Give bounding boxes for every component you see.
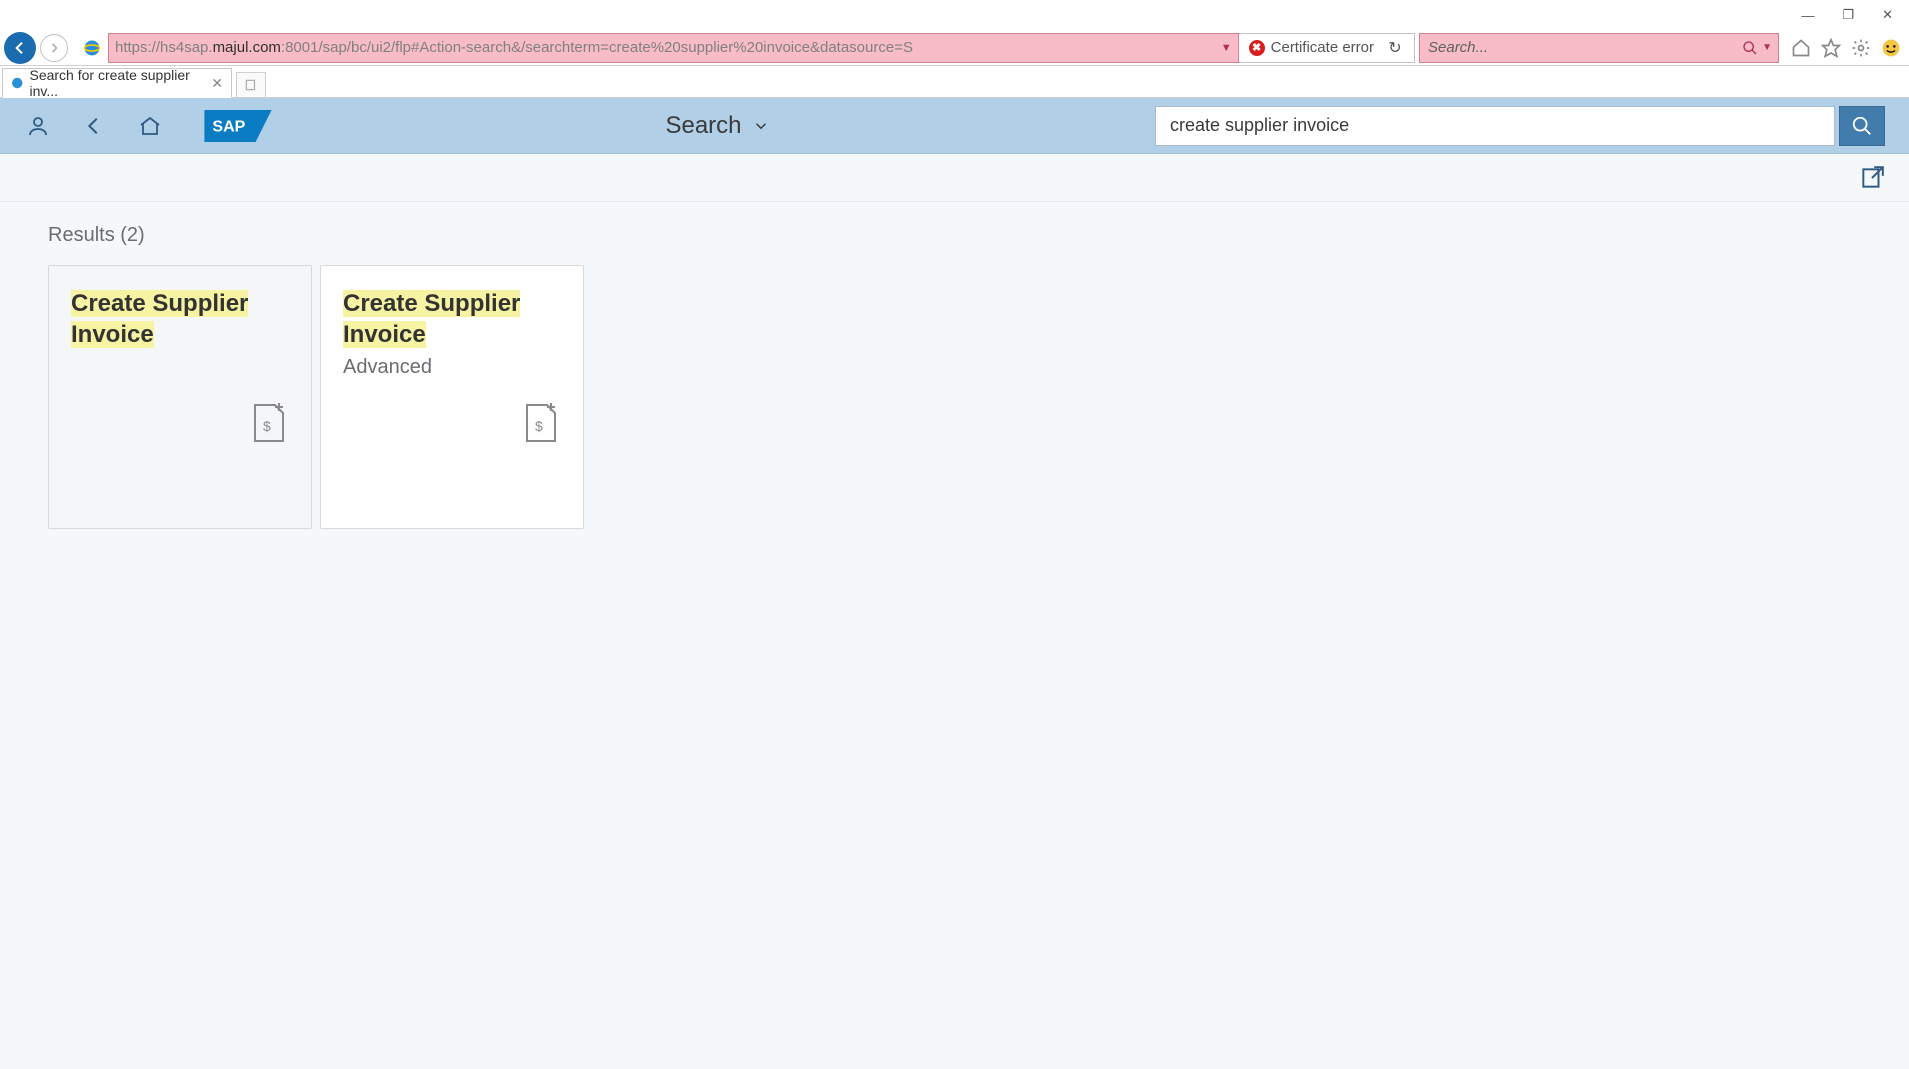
new-tab-button[interactable]: [236, 72, 266, 98]
browser-tab-active[interactable]: Search for create supplier inv... ✕: [2, 68, 232, 98]
tile-subtitle: Advanced: [343, 356, 561, 379]
tile-create-supplier-invoice[interactable]: Create Supplier Invoice $: [48, 265, 312, 529]
address-dropdown-icon[interactable]: ▼: [1221, 42, 1232, 54]
browser-tab-bar: Search for create supplier inv... ✕: [0, 66, 1909, 98]
close-window-button[interactable]: ✕: [1882, 7, 1893, 23]
certificate-error-indicator[interactable]: ✖ Certificate error ↻: [1239, 33, 1415, 63]
share-button[interactable]: [1859, 165, 1885, 191]
url-host: majul.com: [213, 39, 281, 56]
browser-nav-bar: https://hs4sap.majul.com:8001/sap/bc/ui2…: [0, 30, 1909, 66]
results-tile-container: Create Supplier Invoice $ Create Supplie…: [48, 265, 1861, 529]
settings-gear-icon[interactable]: [1851, 38, 1871, 58]
search-icon: [1851, 115, 1873, 137]
fiori-search-button[interactable]: [1839, 106, 1885, 146]
browser-forward-button[interactable]: [40, 34, 68, 62]
url-prefix: https://hs4sap.: [115, 39, 213, 56]
nav-back-button[interactable]: [80, 112, 108, 140]
tile-create-supplier-invoice-advanced[interactable]: Create Supplier Invoice Advanced $: [320, 265, 584, 529]
favorites-icon[interactable]: [1821, 38, 1841, 58]
browser-toolbar-icons: [1779, 38, 1909, 58]
sap-logo-icon: SAP: [196, 110, 280, 142]
svg-text:SAP: SAP: [212, 118, 245, 135]
fiori-search-input[interactable]: [1155, 106, 1835, 146]
browser-back-button[interactable]: [4, 32, 36, 64]
browser-search-dropdown-icon[interactable]: ▼: [1762, 42, 1772, 53]
cert-error-icon: ✖: [1249, 40, 1265, 56]
invoice-add-icon: $: [249, 401, 289, 450]
window-controls: — ❐ ✕: [0, 0, 1909, 30]
search-scope-label: Search: [665, 112, 741, 140]
tile-title: Create Supplier Invoice: [343, 288, 561, 350]
search-scope-dropdown[interactable]: Search: [665, 112, 769, 140]
fiori-header-center: Search: [308, 112, 1127, 140]
browser-search-icon[interactable]: [1742, 40, 1758, 56]
ie-favicon-icon: [11, 76, 23, 90]
cert-error-label: Certificate error: [1271, 39, 1374, 56]
tab-title: Search for create supplier inv...: [29, 67, 201, 99]
svg-text:$: $: [535, 418, 543, 434]
tile-title: Create Supplier Invoice: [71, 288, 289, 350]
user-profile-button[interactable]: [24, 112, 52, 140]
tab-close-button[interactable]: ✕: [211, 75, 223, 92]
emoji-icon[interactable]: [1881, 38, 1901, 58]
url-path: :8001/sap/bc/ui2/flp#Action-search&/sear…: [281, 39, 913, 56]
browser-search-box[interactable]: Search... ▼: [1419, 33, 1779, 63]
results-toolbar: [0, 154, 1909, 202]
search-results-content: Results (2) Create Supplier Invoice $ Cr…: [0, 202, 1909, 1069]
browser-search-placeholder: Search...: [1428, 39, 1488, 56]
ie-logo-icon: [82, 38, 102, 58]
maximize-button[interactable]: ❐: [1842, 7, 1854, 23]
results-count-label: Results (2): [48, 224, 1861, 247]
minimize-button[interactable]: —: [1801, 8, 1814, 23]
chevron-down-icon: [752, 117, 770, 135]
home-icon[interactable]: [1791, 38, 1811, 58]
refresh-button[interactable]: ↻: [1386, 38, 1404, 58]
svg-text:$: $: [263, 418, 271, 434]
nav-home-button[interactable]: [136, 112, 164, 140]
address-bar[interactable]: https://hs4sap.majul.com:8001/sap/bc/ui2…: [108, 33, 1239, 63]
invoice-add-icon: $: [521, 401, 561, 450]
fiori-search-container: [1155, 106, 1885, 146]
fiori-shell-header: SAP Search: [0, 98, 1909, 154]
